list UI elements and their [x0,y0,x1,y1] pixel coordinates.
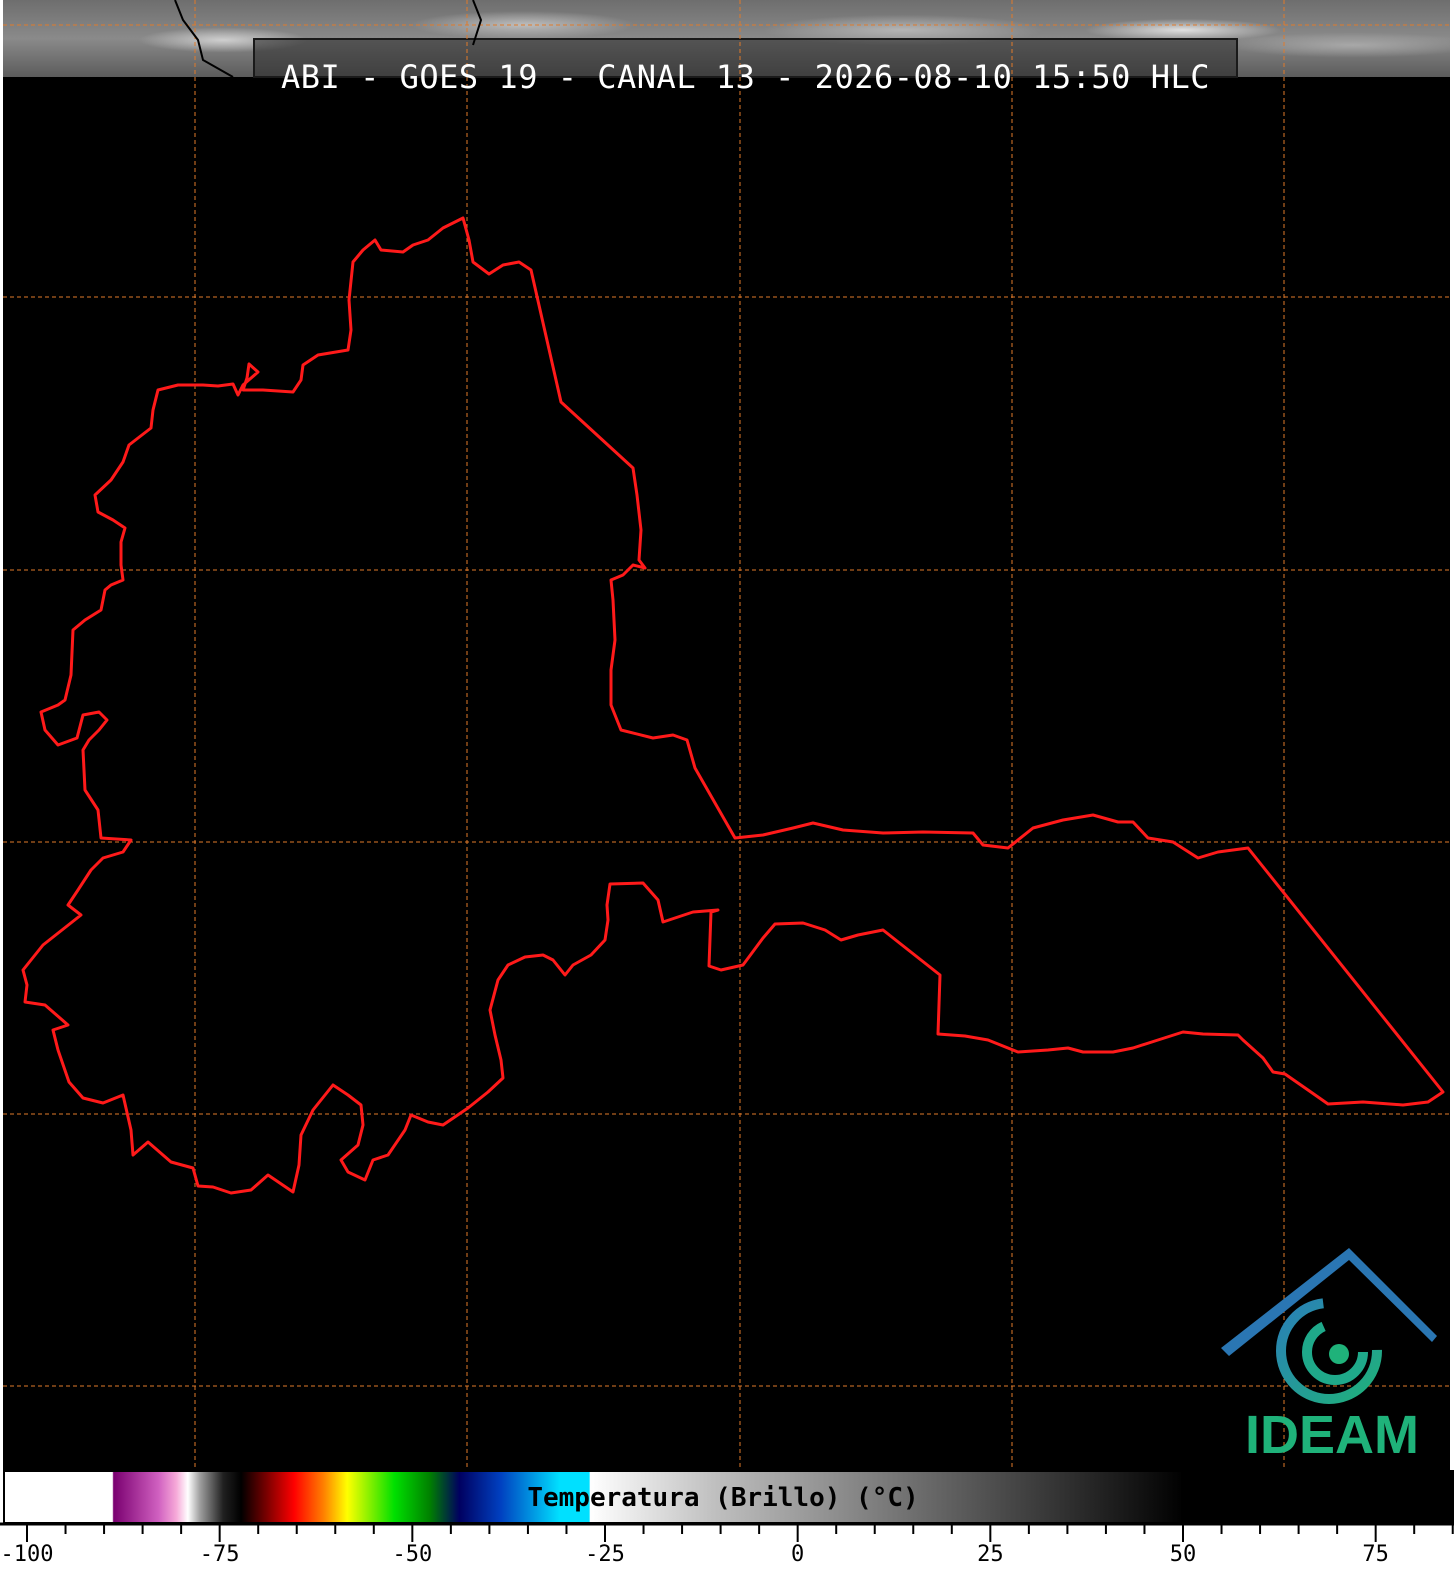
ideam-logo: IDEAM [1217,1246,1447,1466]
colorbar-label: Temperatura (Brillo) (°C) [527,1483,919,1513]
department-boundary [21,216,1445,1195]
ideam-roof-swirl-icon [1221,1248,1437,1404]
tick-label: 75 [1362,1542,1389,1567]
colorbar-ticks [26,1524,1454,1542]
satellite-map: IDEAM ABI - GOES 19 - CANAL 13 - 2026-08… [3,0,1450,1470]
tick-label: -75 [199,1542,240,1567]
tick-label: 25 [977,1542,1004,1567]
ideam-logo-text: IDEAM [1245,1405,1419,1465]
tick-label: 50 [1169,1542,1197,1567]
map-title: ABI - GOES 19 - CANAL 13 - 2026-08-10 15… [281,58,1210,96]
tick-label: 0 [791,1542,805,1567]
tick-label: -100 [0,1542,54,1567]
tick-label: -50 [392,1542,433,1567]
tick-label: -25 [585,1542,625,1567]
